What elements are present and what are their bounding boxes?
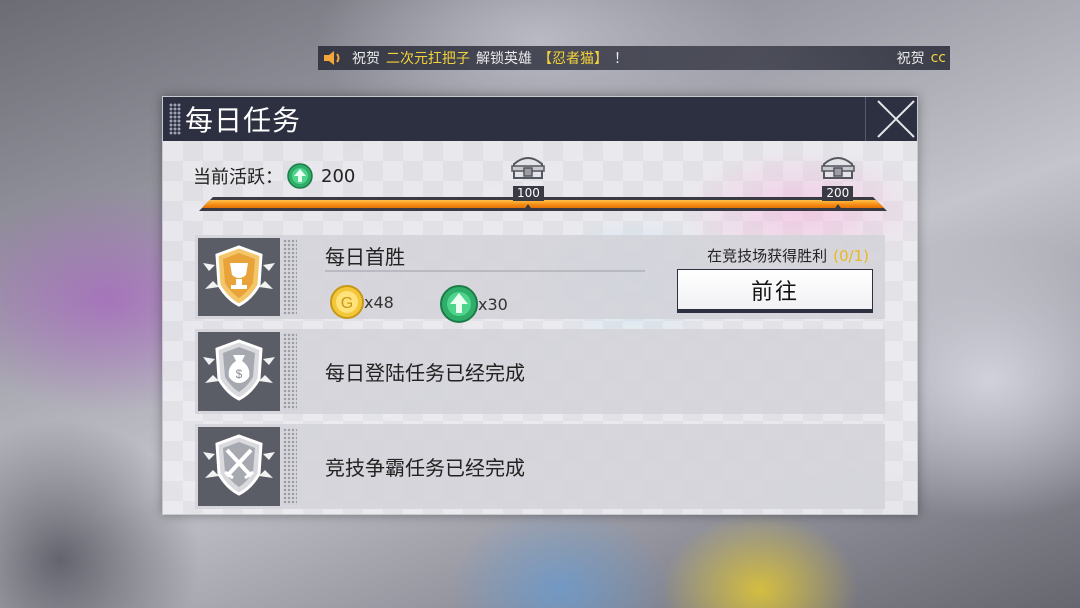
task-badge: $ [198,332,280,411]
dialog-title: 每日任务 [185,104,302,137]
activity-value: 200 [321,165,356,187]
task-badge [198,427,280,506]
chest-icon [511,157,546,179]
task-requirement: 在竞技场获得胜利 (0/1) [707,245,869,266]
gold-coin-icon: G [330,285,364,319]
reward-amount: x48 [364,292,394,312]
money-bag-badge-icon: $ [203,339,275,401]
task-title: 竞技争霸任务已经完成 [325,456,525,480]
close-icon [877,100,915,138]
task-title: 每日登陆任务已经完成 [325,361,525,385]
requirement-progress: (0/1) [833,247,869,265]
marquee-exclaim: ！ [614,51,628,67]
marquee-next: 祝贺 cc [897,46,946,70]
daily-task-dialog: 每日任务 当前活跃： 200 100 200 每日首胜 G x48 x30 在竞… [162,96,918,515]
marquee-next-player: cc [930,50,946,66]
task-row-arena-contest: 竞技争霸任务已经完成 [195,424,885,509]
task-divider [325,270,645,272]
milestone-value: 100 [512,186,544,201]
reward-amount: x30 [478,294,508,314]
milestone-marker [832,204,843,211]
reward-gold: G x48 [330,285,394,319]
marquee-action: 解锁英雄 [476,51,532,67]
badge-dots-decoration [283,333,297,410]
task-row-daily-login: $ 每日登陆任务已经完成 [195,329,885,414]
crossed-swords-badge-icon [203,434,275,496]
milestone-chest-100[interactable]: 100 [506,152,550,211]
activity-label: 当前活跃： [193,167,283,188]
trophy-badge-icon [203,245,275,307]
badge-dots-decoration [283,428,297,505]
marquee-next-prefix: 祝贺 [896,51,925,67]
milestone-chest-200[interactable]: 200 [816,152,860,211]
milestone-value: 200 [822,186,854,201]
activity-gem-icon [287,163,313,189]
reward-gem: x30 [440,285,508,323]
marquee-prefix: 祝贺 [352,51,380,67]
marquee-hero-name: 【忍者猫】 [538,51,608,67]
badge-dots-decoration [283,239,297,315]
marquee-player-name: 二次元扛把子 [386,51,470,67]
title-dots-decoration [169,103,181,135]
announcement-marquee: 祝贺 二次元扛把子 解锁英雄 【忍者猫】 ！ 祝贺 cc [318,46,950,70]
task-title: 每日首胜 [325,245,405,269]
milestone-marker [523,204,534,211]
chest-icon [821,157,855,179]
speaker-icon [322,49,344,67]
go-button[interactable]: 前往 [677,269,873,313]
task-badge [198,238,280,316]
activity-label-row: 当前活跃： 200 [193,163,355,189]
requirement-text: 在竞技场获得胜利 [707,247,828,265]
activity-gem-icon [440,285,478,323]
svg-text:G: G [341,295,353,312]
task-row-daily-first-win: 每日首胜 G x48 x30 在竞技场获得胜利 (0/1) 前往 [195,235,885,323]
dialog-title-bar: 每日任务 [163,97,917,141]
svg-text:$: $ [236,367,243,381]
activity-progress-fill [202,200,884,208]
close-button[interactable] [865,97,917,141]
